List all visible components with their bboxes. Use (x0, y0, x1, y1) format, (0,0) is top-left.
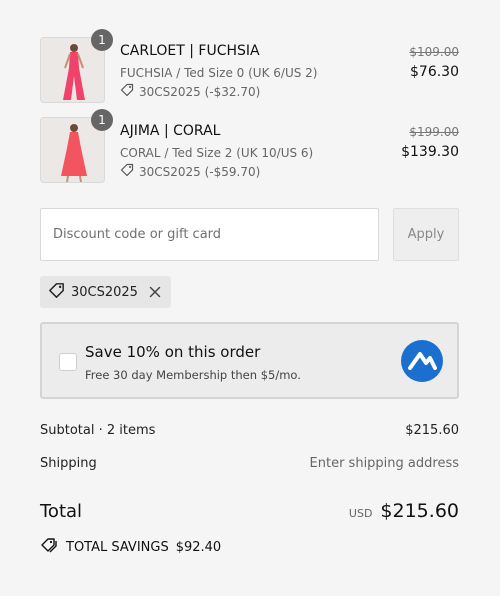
savings-tag-icon (40, 537, 59, 557)
applied-discount-chip: 30CS2025 (40, 276, 171, 308)
applied-discount-code: 30CS2025 (71, 284, 138, 300)
discount-code-input[interactable] (40, 208, 379, 261)
shipping-label: Shipping (40, 456, 97, 471)
item-discount: 30CS2025 (-$32.70) (120, 83, 260, 100)
tag-icon (120, 163, 134, 180)
original-price: $109.00 (409, 45, 459, 59)
cart-item: 1 AJIMA | CORAL CORAL / Ted Size 2 (UK 1… (40, 109, 459, 183)
subtotal-label: Subtotal · 2 items (40, 423, 156, 438)
quantity-badge: 1 (91, 29, 113, 51)
membership-subtitle: Free 30 day Membership then $5/mo. (85, 368, 301, 382)
shipping-value: Enter shipping address (309, 456, 459, 471)
original-price: $199.00 (409, 125, 459, 139)
subtotal-row: Subtotal · 2 items $215.60 (40, 423, 459, 438)
tag-icon (48, 282, 65, 303)
shipping-row: Shipping Enter shipping address (40, 456, 459, 471)
product-name: CARLOET | FUCHSIA (120, 43, 260, 59)
total-value: $215.60 (380, 500, 459, 522)
membership-logo-icon (401, 340, 443, 382)
membership-checkbox[interactable] (59, 353, 77, 371)
item-discount-text: 30CS2025 (-$59.70) (139, 164, 261, 179)
subtotal-value: $215.60 (405, 423, 459, 438)
total-row: Total USD $215.60 (40, 500, 459, 522)
apply-discount-button[interactable]: Apply (393, 208, 459, 261)
product-name: AJIMA | CORAL (120, 123, 221, 139)
savings-label: TOTAL SAVINGS (66, 539, 169, 555)
quantity-badge: 1 (91, 109, 113, 131)
membership-title: Save 10% on this order (85, 343, 261, 361)
item-discount-text: 30CS2025 (-$32.70) (139, 84, 261, 99)
item-discount: 30CS2025 (-$59.70) (120, 163, 260, 180)
item-price: $139.30 (401, 144, 459, 160)
currency-code: USD (348, 507, 373, 520)
savings-value: $92.40 (175, 539, 222, 555)
product-variant: CORAL / Ted Size 2 (UK 10/US 6) (120, 146, 314, 160)
total-label: Total (40, 501, 83, 522)
tag-icon (120, 83, 134, 100)
product-variant: FUCHSIA / Ted Size 0 (UK 6/US 2) (120, 66, 318, 80)
item-price: $76.30 (410, 64, 459, 80)
total-savings: TOTAL SAVINGS $92.40 (40, 537, 221, 557)
cart-item: 1 CARLOET | FUCHSIA FUCHSIA / Ted Size 0… (40, 29, 459, 103)
remove-discount-icon[interactable] (148, 285, 162, 299)
membership-offer: Save 10% on this order Free 30 day Membe… (40, 322, 459, 399)
